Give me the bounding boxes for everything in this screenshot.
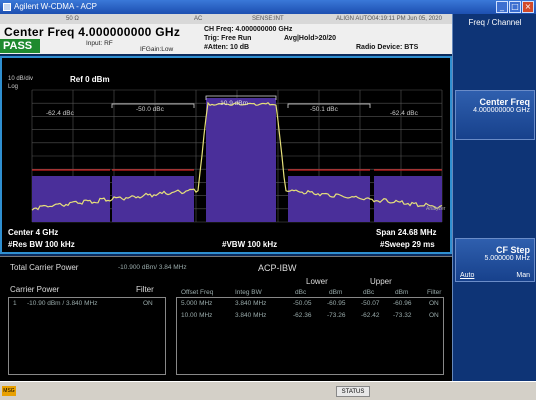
row2-offset: 10.00 MHz xyxy=(181,312,213,319)
softkey-panel: Freq / Channel Center Freq 4.000000000 G… xyxy=(452,14,536,381)
coupling-status: AC xyxy=(194,16,203,22)
seg-label-5: -62.4 dBc xyxy=(390,110,418,117)
span-label: Span 24.68 MHz xyxy=(376,228,437,237)
impedance-status: 50 Ω xyxy=(66,16,79,22)
maximize-button[interactable]: □ xyxy=(509,1,521,13)
scale-label: 10 dB/div xyxy=(8,76,34,82)
col-upper-dbm: dBm xyxy=(395,289,409,296)
status-strip: 50 Ω AC SENSE:INT ALIGN AUTO 04:19:11 PM… xyxy=(0,14,452,24)
center-freq-softkey-label: Center Freq xyxy=(479,97,530,107)
analyzer-window: Agilent W-CDMA - ACP _ □ × 50 Ω AC SENSE… xyxy=(0,0,536,400)
atten-status: #Atten: 10 dB xyxy=(204,44,250,51)
upper-label: Upper xyxy=(370,277,392,286)
app-icon xyxy=(3,3,11,11)
row1-lower-dbc: -50.05 xyxy=(293,300,312,307)
cf-step-softkey-label: CF Step xyxy=(495,245,530,255)
ch-freq-readout: CH Freq: 4.000000000 GHz xyxy=(204,26,293,33)
spectrum-display: 10 dB/div Log Ref 0 dBm -62.4 dBc -50.0 … xyxy=(0,56,452,254)
input-status: Input: RF xyxy=(86,40,113,47)
analyzer-annotation: Analyzer xyxy=(426,206,446,212)
lower-adjacent-2-band xyxy=(32,176,110,222)
cf-step-man: Man xyxy=(516,272,530,279)
offset-table: Offset Freq Integ BW dBc dBm dBc dBm Fil… xyxy=(176,289,444,375)
avg-hold-status: Avg|Hold>20/20 xyxy=(284,35,337,42)
row2-upper-dbc: -62.42 xyxy=(361,312,380,319)
cf-step-auto: Auto xyxy=(460,272,475,279)
align-status: ALIGN AUTO xyxy=(336,16,372,22)
row1-upper-dbc: -50.07 xyxy=(361,300,380,307)
radio-device-status: Radio Device: BTS xyxy=(356,44,419,51)
res-bw-label: #Res BW 100 kHz xyxy=(8,240,75,249)
main-channel-band xyxy=(206,98,276,222)
status-button[interactable]: STATUS xyxy=(336,386,370,397)
col-lower-dbc: dBc xyxy=(295,289,307,296)
lower-label: Lower xyxy=(306,277,328,286)
carrier-filter-label: Filter xyxy=(136,285,154,294)
center-label: Center 4 GHz xyxy=(8,228,59,237)
pass-indicator: PASS xyxy=(0,39,40,53)
col-offset-freq: Offset Freq xyxy=(181,289,214,296)
upper-adjacent-1-band xyxy=(288,176,370,222)
trigger-status: Trig: Free Run xyxy=(204,35,252,42)
cf-step-softkey[interactable]: CF Step 5.000000 MHz Auto Man xyxy=(455,238,535,282)
carrier-power-box: 1 -10.90 dBm / 3.840 MHz ON xyxy=(8,297,166,375)
ref-level: Ref 0 dBm xyxy=(70,75,110,84)
softkey-menu-title: Freq / Channel xyxy=(468,18,522,27)
row2-lower-dbc: -62.36 xyxy=(293,312,312,319)
window-title: Agilent W-CDMA - ACP xyxy=(14,2,97,11)
total-carrier-label: Total Carrier Power xyxy=(10,263,79,272)
close-button[interactable]: × xyxy=(522,1,534,13)
row1-filter: ON xyxy=(429,300,439,307)
if-gain-status: IFGain:Low xyxy=(140,46,174,53)
row2-lower-dbm: -73.26 xyxy=(327,312,346,319)
row2-bw: 3.840 MHz xyxy=(235,312,267,319)
measurement-header: Center Freq 4.000000000 GHz PASS Input: … xyxy=(0,24,452,54)
seg-label-1: -62.4 dBc xyxy=(46,110,74,117)
row1-lower-dbm: -60.95 xyxy=(327,300,346,307)
vbw-label: #VBW 100 kHz xyxy=(222,240,278,249)
status-bar: MSG STATUS xyxy=(0,381,536,400)
row2-filter: ON xyxy=(429,312,439,319)
msg-indicator[interactable]: MSG xyxy=(2,386,16,396)
center-freq-softkey-value: 4.000000000 GHz xyxy=(473,107,530,114)
spectrum-plot xyxy=(31,89,443,223)
center-freq-softkey[interactable]: Center Freq 4.000000000 GHz xyxy=(455,90,535,140)
row1-offset: 5.000 MHz xyxy=(181,300,213,307)
title-bar: Agilent W-CDMA - ACP _ □ × xyxy=(0,0,536,14)
carrier-index: 1 xyxy=(13,300,17,307)
row1-upper-dbm: -60.96 xyxy=(393,300,412,307)
col-integ-bw: Integ BW xyxy=(235,289,262,296)
col-upper-dbc: dBc xyxy=(363,289,375,296)
col-lower-dbm: dBm xyxy=(329,289,343,296)
log-label: Log xyxy=(8,84,19,90)
seg-label-3: -10.9 dBm xyxy=(218,100,248,107)
datetime: 04:19:11 PM Jun 05, 2020 xyxy=(372,16,442,22)
col-filter: Filter xyxy=(427,289,442,296)
seg-label-2: -50.0 dBc xyxy=(136,106,164,113)
sense-status: SENSE:INT xyxy=(252,16,284,22)
center-freq-readout[interactable]: Center Freq 4.000000000 GHz xyxy=(4,25,180,39)
seg-label-4: -50.1 dBc xyxy=(310,106,338,113)
row2-upper-dbm: -73.32 xyxy=(393,312,412,319)
acp-title: ACP-IBW xyxy=(258,263,297,273)
total-carrier-value: -10.900 dBm/ 3.84 MHz xyxy=(118,264,187,271)
carrier-power-label: Carrier Power xyxy=(10,285,60,294)
minimize-button[interactable]: _ xyxy=(496,1,508,13)
row1-bw: 3.840 MHz xyxy=(235,300,267,307)
carrier-filter: ON xyxy=(143,300,153,307)
sweep-label: #Sweep 29 ms xyxy=(380,240,435,249)
cf-step-softkey-value: 5.000000 MHz xyxy=(484,255,530,262)
acp-results-panel: Total Carrier Power -10.900 dBm/ 3.84 MH… xyxy=(0,256,452,381)
carrier-value: -10.90 dBm / 3.840 MHz xyxy=(27,300,98,307)
